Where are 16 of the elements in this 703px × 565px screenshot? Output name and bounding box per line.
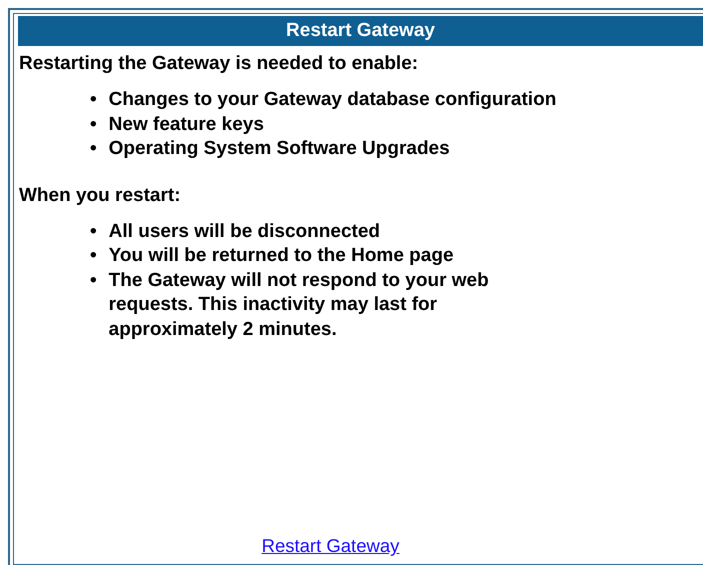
list-item: New feature keys xyxy=(108,112,264,136)
bullet-mark: • xyxy=(90,220,97,244)
list-item: All users will be disconnected xyxy=(108,220,380,244)
section-heading: When you restart: xyxy=(19,184,182,208)
list-item: Operating System Software Upgrades xyxy=(108,137,450,161)
list-item: Changes to your Gateway database configuration xyxy=(108,88,556,112)
bullet-mark: • xyxy=(90,244,97,268)
bullet-mark: • xyxy=(90,112,97,136)
bullet-mark: • xyxy=(90,137,97,161)
restart-gateway-link[interactable]: Restart Gateway xyxy=(262,532,400,560)
list-item: The Gateway will not respond to your web requests. This inactivity may last for approximately 2 minutes. xyxy=(108,268,490,342)
bullet-mark: • xyxy=(90,88,97,112)
section-heading: Restarting the Gateway is needed to enable: xyxy=(19,52,420,76)
panel-title-bar: Restart Gateway xyxy=(18,16,703,46)
list-item: You will be returned to the Home page xyxy=(108,244,454,268)
bullet-mark: • xyxy=(90,268,97,292)
